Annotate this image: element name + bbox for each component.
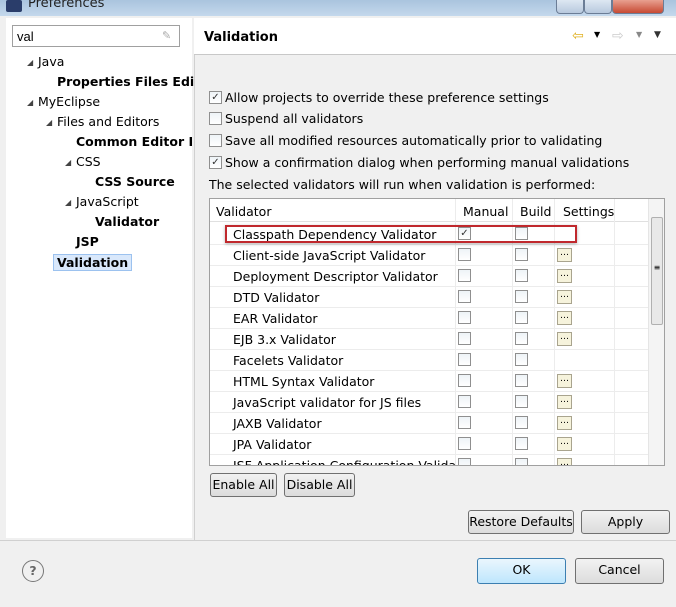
help-icon[interactable]: ? (22, 560, 44, 582)
cancel-button[interactable]: Cancel (575, 558, 664, 584)
manual-checkbox[interactable] (458, 353, 471, 366)
validator-name: EJB 3.x Validator (233, 332, 336, 347)
build-checkbox[interactable] (515, 311, 528, 324)
settings-button[interactable]: … (557, 269, 572, 283)
table-row[interactable]: Client-side JavaScript Validator … (210, 245, 648, 266)
validator-name: Client-side JavaScript Validator (233, 248, 426, 263)
validator-name: HTML Syntax Validator (233, 374, 375, 389)
manual-checkbox[interactable] (458, 332, 471, 345)
validator-name: Facelets Validator (233, 353, 344, 368)
manual-checkbox[interactable] (458, 437, 471, 450)
validator-name: JavaScript validator for JS files (233, 395, 422, 410)
settings-button[interactable]: … (557, 395, 572, 409)
validator-name: DTD Validator (233, 290, 320, 305)
ok-button[interactable]: OK (477, 558, 566, 584)
settings-button[interactable]: … (557, 374, 572, 388)
validator-name: JAXB Validator (233, 416, 322, 431)
manual-checkbox[interactable] (458, 269, 471, 282)
manual-checkbox[interactable] (458, 395, 471, 408)
enable-all-button[interactable]: Enable All (210, 473, 277, 497)
manual-checkbox[interactable] (458, 458, 471, 465)
settings-button[interactable]: … (557, 311, 572, 325)
table-row[interactable]: JPA Validator … (210, 434, 648, 455)
validator-name: EAR Validator (233, 311, 318, 326)
build-checkbox[interactable] (515, 290, 528, 303)
highlight-box (225, 225, 577, 243)
build-checkbox[interactable] (515, 374, 528, 387)
validator-name: JPA Validator (233, 437, 312, 452)
manual-checkbox[interactable] (458, 311, 471, 324)
table-row[interactable]: Facelets Validator (210, 350, 648, 371)
build-checkbox[interactable] (515, 437, 528, 450)
settings-button[interactable]: … (557, 290, 572, 304)
build-checkbox[interactable] (515, 395, 528, 408)
table-row[interactable]: HTML Syntax Validator … (210, 371, 648, 392)
apply-button[interactable]: Apply (581, 510, 670, 534)
validator-name: Deployment Descriptor Validator (233, 269, 438, 284)
restore-defaults-button[interactable]: Restore Defaults (468, 510, 574, 534)
build-checkbox[interactable] (515, 269, 528, 282)
build-checkbox[interactable] (515, 416, 528, 429)
table-row[interactable]: JAXB Validator … (210, 413, 648, 434)
build-checkbox[interactable] (515, 353, 528, 366)
table-row[interactable]: JavaScript validator for JS files … (210, 392, 648, 413)
settings-button[interactable]: … (557, 416, 572, 430)
table-row[interactable]: JSF Application Configuration Valida … (210, 455, 648, 465)
table-row[interactable]: Deployment Descriptor Validator … (210, 266, 648, 287)
table-scrollbar[interactable]: ≡ (648, 199, 664, 465)
build-checkbox[interactable] (515, 332, 528, 345)
manual-checkbox[interactable] (458, 248, 471, 261)
scrollbar-thumb[interactable]: ≡ (651, 217, 663, 325)
validator-name: JSF Application Configuration Valida (233, 458, 456, 465)
build-checkbox[interactable] (515, 248, 528, 261)
settings-button[interactable]: … (557, 458, 572, 465)
settings-button[interactable]: … (557, 437, 572, 451)
disable-all-button[interactable]: Disable All (284, 473, 355, 497)
table-row[interactable]: DTD Validator … (210, 287, 648, 308)
table-row[interactable]: EAR Validator … (210, 308, 648, 329)
build-checkbox[interactable] (515, 458, 528, 465)
manual-checkbox[interactable] (458, 290, 471, 303)
manual-checkbox[interactable] (458, 416, 471, 429)
manual-checkbox[interactable] (458, 374, 471, 387)
table-row[interactable]: EJB 3.x Validator … (210, 329, 648, 350)
settings-button[interactable]: … (557, 248, 572, 262)
settings-button[interactable]: … (557, 332, 572, 346)
